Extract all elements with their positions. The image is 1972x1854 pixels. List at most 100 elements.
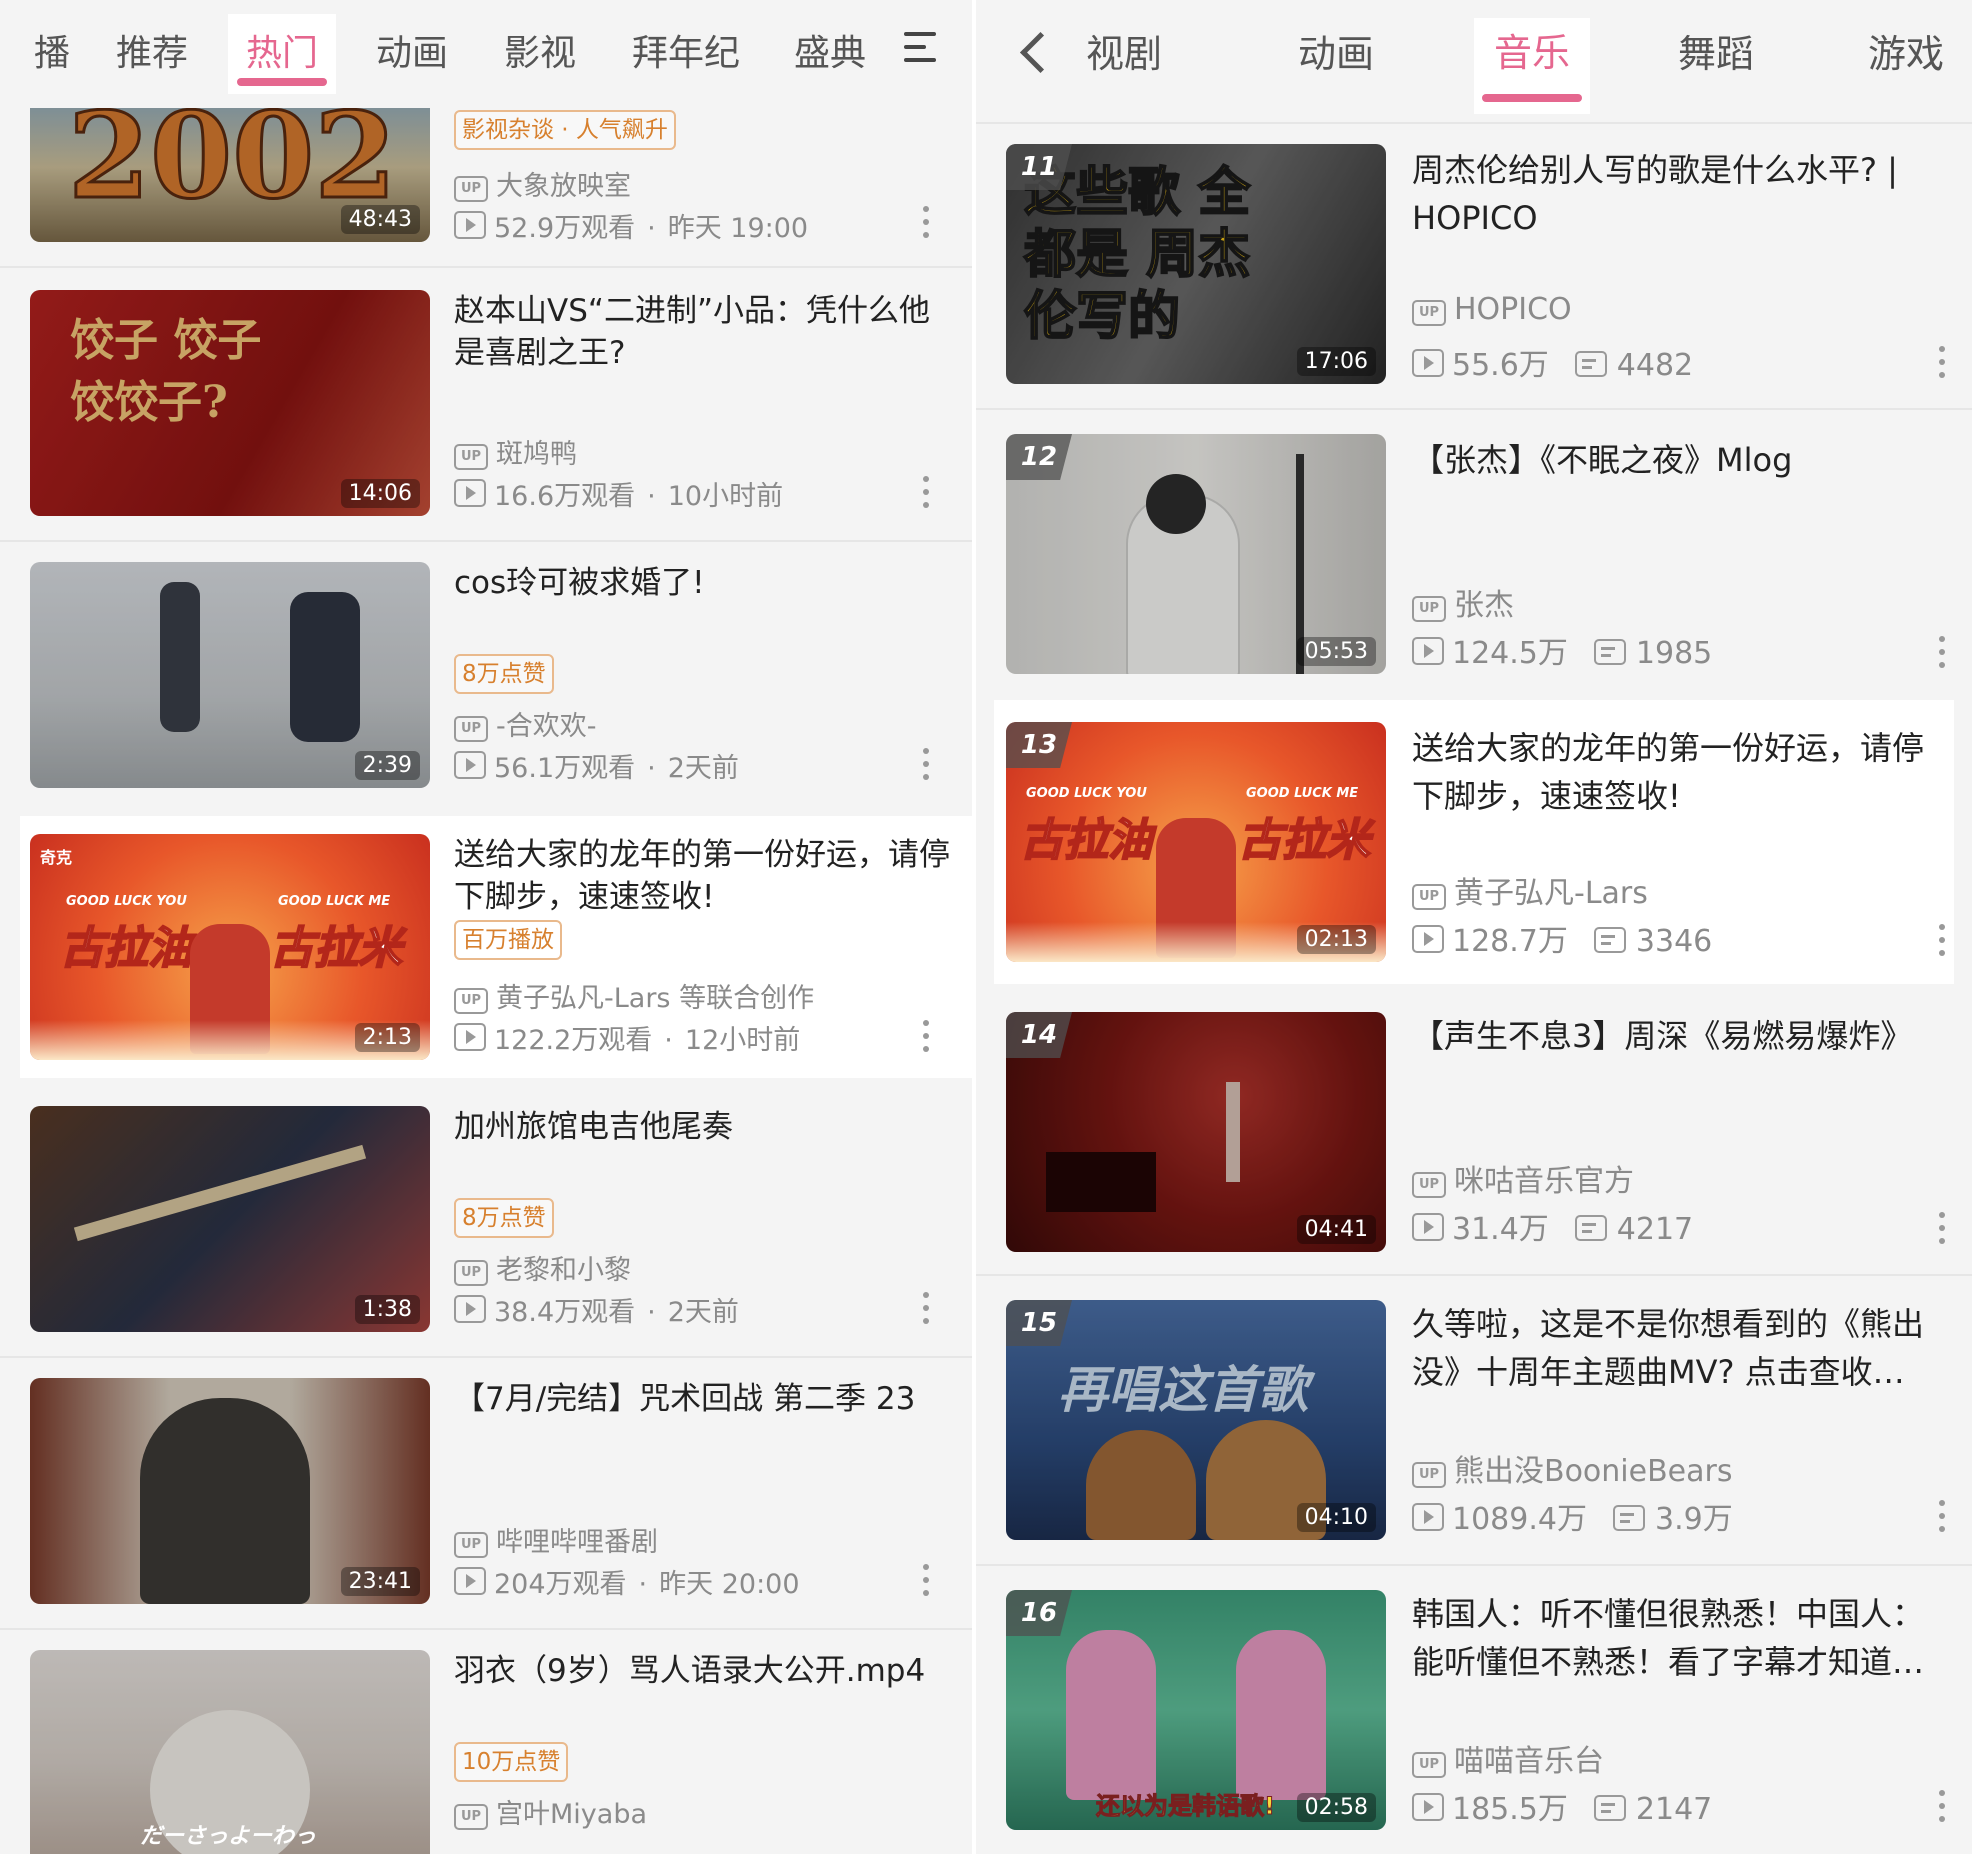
video-card[interactable]: だーさっよーわっ 羽衣（9岁）骂人语录大公开.mp4 10万点赞 UP 宫叶Miy… — [0, 1632, 972, 1854]
play-count-icon — [454, 751, 486, 779]
video-title[interactable]: 【张杰】《不眠之夜》Mlog — [1412, 436, 1932, 484]
tab-game[interactable]: 游戏 — [1868, 14, 1944, 94]
video-thumbnail[interactable]: 14 04:41 — [1006, 1012, 1386, 1252]
video-card[interactable]: 再唱这首歌 15 04:10 久等啦，这是不是你想看到的《熊出没》十周年主题曲M… — [976, 1278, 1972, 1562]
thumbnail-caption: GOOD LUCK ME — [1246, 786, 1359, 801]
video-thumbnail[interactable]: 这些歌 全都是 周杰伦写的 11 17:06 — [1006, 144, 1386, 384]
thumbnail-caption: GOOD LUCK YOU — [1026, 786, 1147, 801]
uploader-row[interactable]: UP 喵喵音乐台 — [1412, 1736, 1604, 1780]
more-vertical-icon[interactable] — [1938, 1212, 1946, 1246]
play-count-icon — [1412, 1213, 1444, 1241]
thumbnail-caption: だーさっよーわっ — [140, 1824, 317, 1849]
video-thumbnail[interactable]: 16 还以为是韩语歌! 02:58 — [1006, 1590, 1386, 1830]
uploader-row[interactable]: UP 黄子弘凡-Lars — [1412, 868, 1648, 912]
video-duration: 23:41 — [340, 1567, 420, 1596]
video-thumbnail[interactable]: 饺子 饺子 饺饺子? 14:06 — [30, 290, 430, 516]
tab-music[interactable]: 音乐 — [1474, 18, 1590, 114]
more-vertical-icon[interactable] — [922, 1564, 930, 1598]
uploader-row[interactable]: UP 宫叶Miyaba — [454, 1792, 647, 1831]
left-screen: 2002 48:43 影视杂谈 · 人气飙升 UP 大象放映室 52.9万观看 · 昨… — [0, 0, 972, 1854]
tab-hot-label: 热门 — [245, 33, 318, 74]
more-vertical-icon[interactable] — [1938, 636, 1946, 670]
thumbnail-caption: 古拉油 — [59, 922, 193, 975]
video-title[interactable]: 【声生不息3】周深《易燃易爆炸》 — [1412, 1012, 1942, 1060]
danmaku-icon — [1574, 1215, 1607, 1241]
tab-live[interactable]: 播 — [0, 14, 70, 94]
more-vertical-icon[interactable] — [922, 476, 930, 510]
more-vertical-icon[interactable] — [922, 748, 930, 782]
uploader-row[interactable]: UP 哔哩哔哩番剧 — [454, 1520, 658, 1559]
video-thumbnail[interactable]: GOOD LUCK YOU GOOD LUCK ME 古拉油 古拉米 13 02… — [1006, 722, 1386, 962]
video-title[interactable]: 韩国人：听不懂但很熟悉！中国人：能听懂但不熟悉！看了字幕才知道… — [1412, 1590, 1942, 1686]
danmaku-icon — [1574, 351, 1607, 377]
tab-anime[interactable]: 动画 — [376, 14, 448, 94]
video-title[interactable]: 送给大家的龙年的第一份好运，请停下脚步，速速签收! — [454, 834, 954, 918]
thumbnail-caption: 还以为是韩语歌! — [1096, 1792, 1276, 1821]
video-thumbnail[interactable]: 奇克 GOOD LUCK YOU GOOD LUCK ME 古拉油 古拉米 2:… — [30, 834, 430, 1060]
uploader-row[interactable]: UP 斑鸠鸭 — [454, 432, 577, 471]
tab-recommend[interactable]: 推荐 — [116, 14, 188, 94]
video-card[interactable]: 12 05:53 【张杰】《不眠之夜》Mlog UP 张杰 124.5万 1985 — [976, 412, 1972, 696]
video-card[interactable]: 16 还以为是韩语歌! 02:58 韩国人：听不懂但很熟悉！中国人：能听懂但不熟… — [976, 1568, 1972, 1854]
up-icon: UP — [454, 1532, 488, 1558]
more-vertical-icon[interactable] — [922, 206, 930, 240]
video-duration: 17:06 — [1296, 347, 1376, 376]
video-title[interactable]: 送给大家的龙年的第一份好运，请停下脚步，速速签收! — [1412, 724, 1932, 820]
video-card[interactable]: 14 04:41 【声生不息3】周深《易燃易爆炸》 UP 咪咕音乐官方 31.4万… — [976, 988, 1972, 1272]
uploader-row[interactable]: UP 咪咕音乐官方 — [1412, 1156, 1634, 1200]
video-title[interactable]: 久等啦，这是不是你想看到的《熊出没》十周年主题曲MV? 点击查收… — [1412, 1300, 1942, 1396]
tab-anime[interactable]: 动画 — [1298, 14, 1374, 94]
tab-hot[interactable]: 热门 — [228, 14, 336, 94]
chevron-left-icon[interactable] — [1014, 24, 1054, 84]
video-card[interactable]: 1:38 加州旅馆电吉他尾奏 8万点赞 UP 老黎和小黎 38.4万观看 · 2天前 — [0, 1088, 972, 1360]
more-vertical-icon[interactable] — [1938, 924, 1946, 958]
danmaku-count: 4217 — [1616, 1212, 1694, 1247]
uploader-row[interactable]: UP 老黎和小黎 — [454, 1248, 631, 1287]
tab-gala[interactable]: 盛典 — [794, 14, 866, 94]
video-title[interactable]: cos玲可被求婚了! — [454, 562, 934, 604]
uploader-row[interactable]: UP 黄子弘凡-Lars 等联合创作 — [454, 976, 814, 1015]
video-thumbnail[interactable]: 再唱这首歌 15 04:10 — [1006, 1300, 1386, 1540]
video-card[interactable]: 2:39 cos玲可被求婚了! 8万点赞 UP -合欢欢- 56.1万观看 · 2天前 — [0, 544, 972, 816]
uploader-name: 大象放映室 — [496, 171, 631, 202]
play-count: 55.6万 — [1452, 348, 1549, 383]
tab-film[interactable]: 影视 — [504, 14, 576, 94]
tab-new-year[interactable]: 拜年纪 — [632, 14, 740, 94]
video-card-highlighted[interactable]: GOOD LUCK YOU GOOD LUCK ME 古拉油 古拉米 13 02… — [994, 700, 1954, 984]
danmaku-icon — [1593, 927, 1626, 953]
more-vertical-icon[interactable] — [1938, 1500, 1946, 1534]
uploader-name: HOPICO — [1454, 292, 1572, 327]
video-title[interactable]: 【7月/完结】咒术回战 第二季 23 — [454, 1378, 944, 1420]
uploader-row[interactable]: UP -合欢欢- — [454, 704, 597, 743]
video-card[interactable]: 23:41 【7月/完结】咒术回战 第二季 23 UP 哔哩哔哩番剧 204万观看… — [0, 1360, 972, 1632]
video-thumbnail[interactable]: 23:41 — [30, 1378, 430, 1604]
publish-time: 12小时前 — [684, 1025, 801, 1056]
video-title[interactable]: 周杰伦给别人写的歌是什么水平? | HOPICO — [1412, 146, 1932, 242]
more-vertical-icon[interactable] — [922, 1020, 930, 1054]
stats-row: 204万观看 · 昨天 20:00 — [454, 1562, 800, 1601]
video-title[interactable]: 加州旅馆电吉他尾奏 — [454, 1106, 934, 1148]
more-vertical-icon[interactable] — [922, 1292, 930, 1326]
video-duration: 02:58 — [1296, 1793, 1376, 1822]
video-thumbnail[interactable]: だーさっよーわっ — [30, 1650, 430, 1854]
menu-icon[interactable] — [904, 32, 936, 64]
uploader-row[interactable]: UP 大象放映室 — [454, 164, 631, 203]
more-vertical-icon[interactable] — [1938, 346, 1946, 380]
uploader-row[interactable]: UP 张杰 — [1412, 580, 1514, 624]
more-vertical-icon[interactable] — [1938, 1790, 1946, 1824]
uploader-row[interactable]: UP 熊出没BoonieBears — [1412, 1446, 1732, 1490]
uploader-row[interactable]: UP HOPICO — [1412, 292, 1572, 327]
video-card[interactable]: 这些歌 全都是 周杰伦写的 11 17:06 周杰伦给别人写的歌是什么水平? |… — [976, 124, 1972, 408]
stats-row: 52.9万观看 · 昨天 19:00 — [454, 206, 808, 245]
video-card[interactable]: 饺子 饺子 饺饺子? 14:06 赵本山VS“二进制”小品：凭什么他是喜剧之王?… — [0, 272, 972, 544]
video-title[interactable]: 赵本山VS“二进制”小品：凭什么他是喜剧之王? — [454, 290, 934, 374]
video-title[interactable]: 羽衣（9岁）骂人语录大公开.mp4 — [454, 1650, 954, 1692]
video-thumbnail[interactable]: 1:38 — [30, 1106, 430, 1332]
tab-tv-series[interactable]: 视剧 — [1086, 14, 1162, 94]
uploader-name: 宫叶Miyaba — [496, 1799, 648, 1830]
video-card-highlighted[interactable]: 奇克 GOOD LUCK YOU GOOD LUCK ME 古拉油 古拉米 2:… — [20, 816, 972, 1078]
play-count-icon — [454, 479, 486, 507]
video-thumbnail[interactable]: 2:39 — [30, 562, 430, 788]
video-thumbnail[interactable]: 12 05:53 — [1006, 434, 1386, 674]
tab-dance[interactable]: 舞蹈 — [1678, 14, 1754, 94]
